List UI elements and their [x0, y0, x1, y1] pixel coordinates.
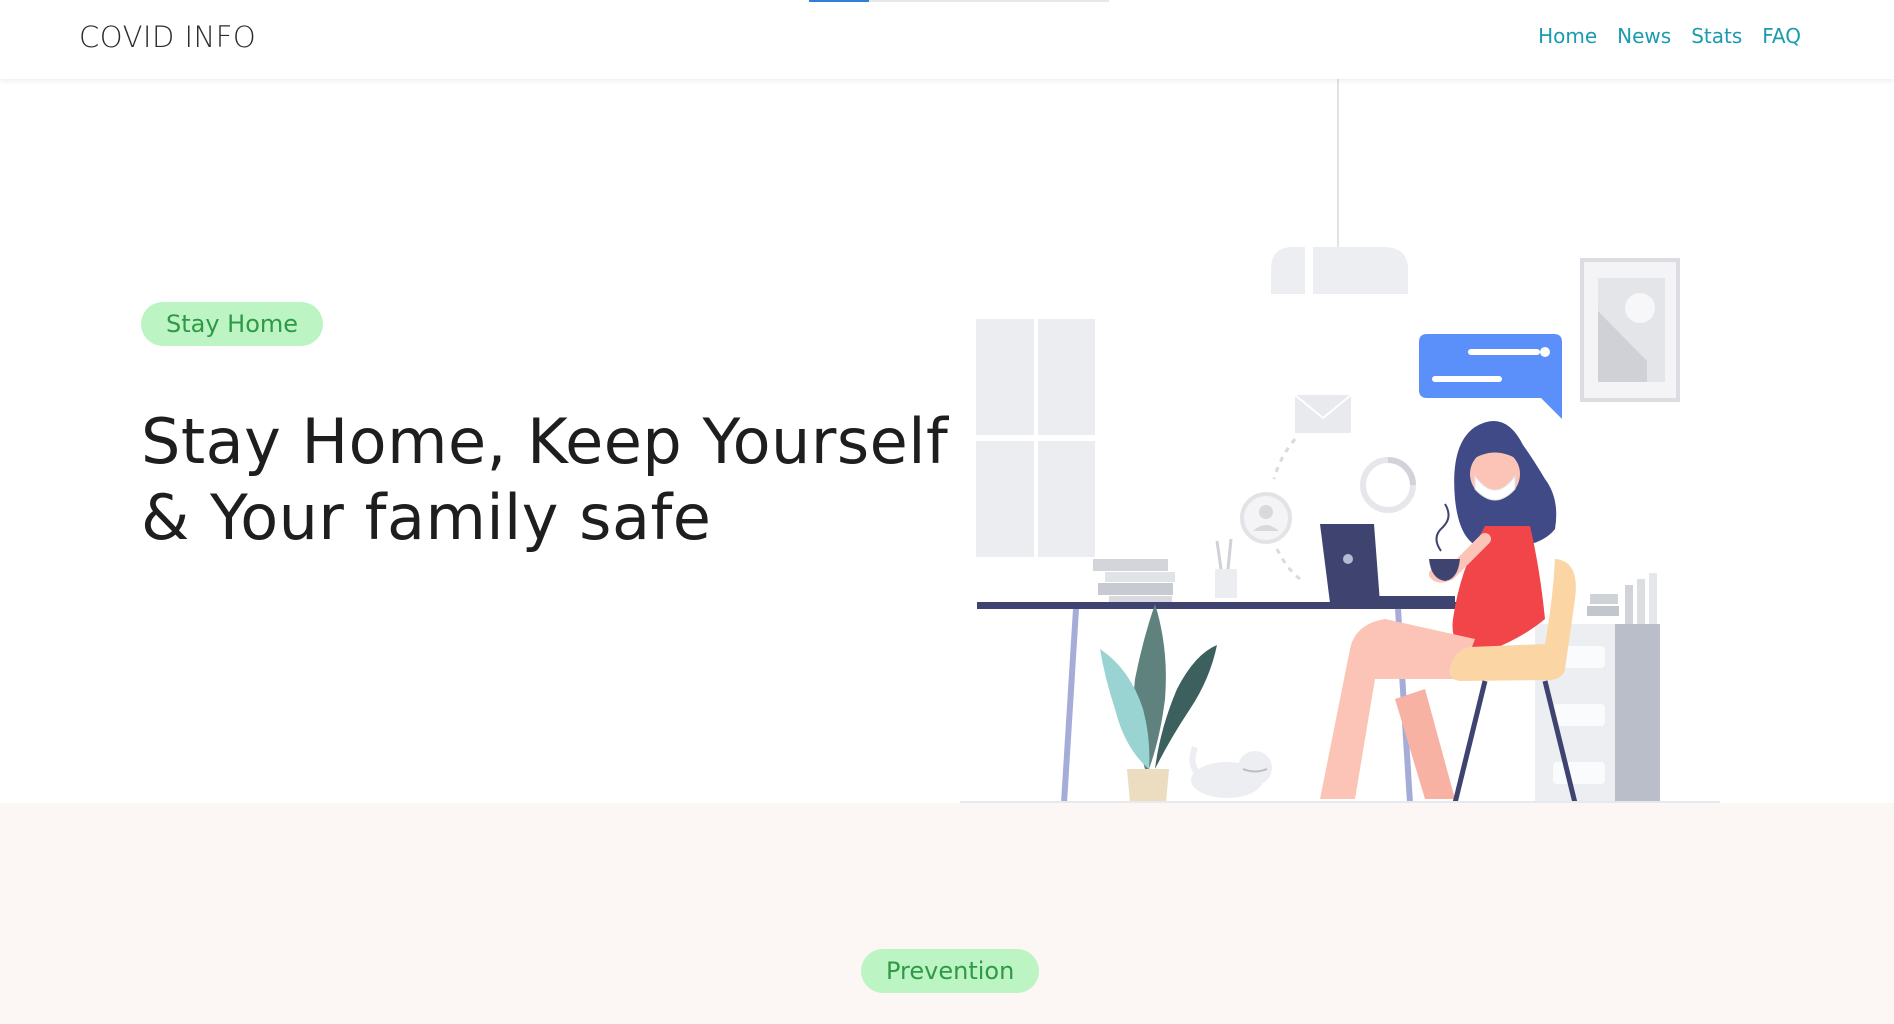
- work-from-home-illustration: [960, 79, 1720, 803]
- nav-link-faq[interactable]: FAQ: [1762, 24, 1801, 48]
- coffee-mug-icon: [1429, 503, 1460, 581]
- page-loading-bar-fill: [809, 0, 869, 2]
- cat-icon: [1189, 745, 1272, 798]
- wall-picture-icon: [1580, 258, 1680, 402]
- nav-link-news[interactable]: News: [1617, 24, 1671, 48]
- loading-ring-icon: [1360, 457, 1416, 513]
- window-icon: [976, 319, 1095, 557]
- hero-title-line-2: & Your family safe: [141, 481, 712, 554]
- top-navbar: COVID INFO Home News Stats FAQ: [0, 0, 1894, 79]
- hero-title-line-1: Stay Home, Keep Yourself: [141, 405, 949, 478]
- prevention-section: Prevention: [0, 803, 1894, 1024]
- nav-link-stats[interactable]: Stats: [1691, 24, 1742, 48]
- brand-logo[interactable]: COVID INFO: [79, 20, 256, 54]
- lamp-shade: [1271, 247, 1408, 294]
- pencil-cup-icon: [1215, 538, 1237, 598]
- mail-envelope-icon: [1294, 394, 1352, 433]
- user-avatar-icon: [1240, 492, 1292, 544]
- stay-home-badge: Stay Home: [141, 302, 324, 346]
- hero-section: Stay Home Stay Home, Keep Yourself & You…: [0, 79, 1894, 803]
- woman-with-mask-icon: [1320, 421, 1557, 799]
- prevention-badge: Prevention: [861, 949, 1040, 993]
- book-stack-icon: [1093, 559, 1175, 608]
- chat-bubble-icon: [1419, 334, 1562, 419]
- page-loading-bar: [809, 0, 1109, 2]
- main-nav: Home News Stats FAQ: [1538, 24, 1801, 48]
- nav-link-home[interactable]: Home: [1538, 24, 1597, 48]
- hero-title: Stay Home, Keep Yourself & Your family s…: [141, 404, 961, 556]
